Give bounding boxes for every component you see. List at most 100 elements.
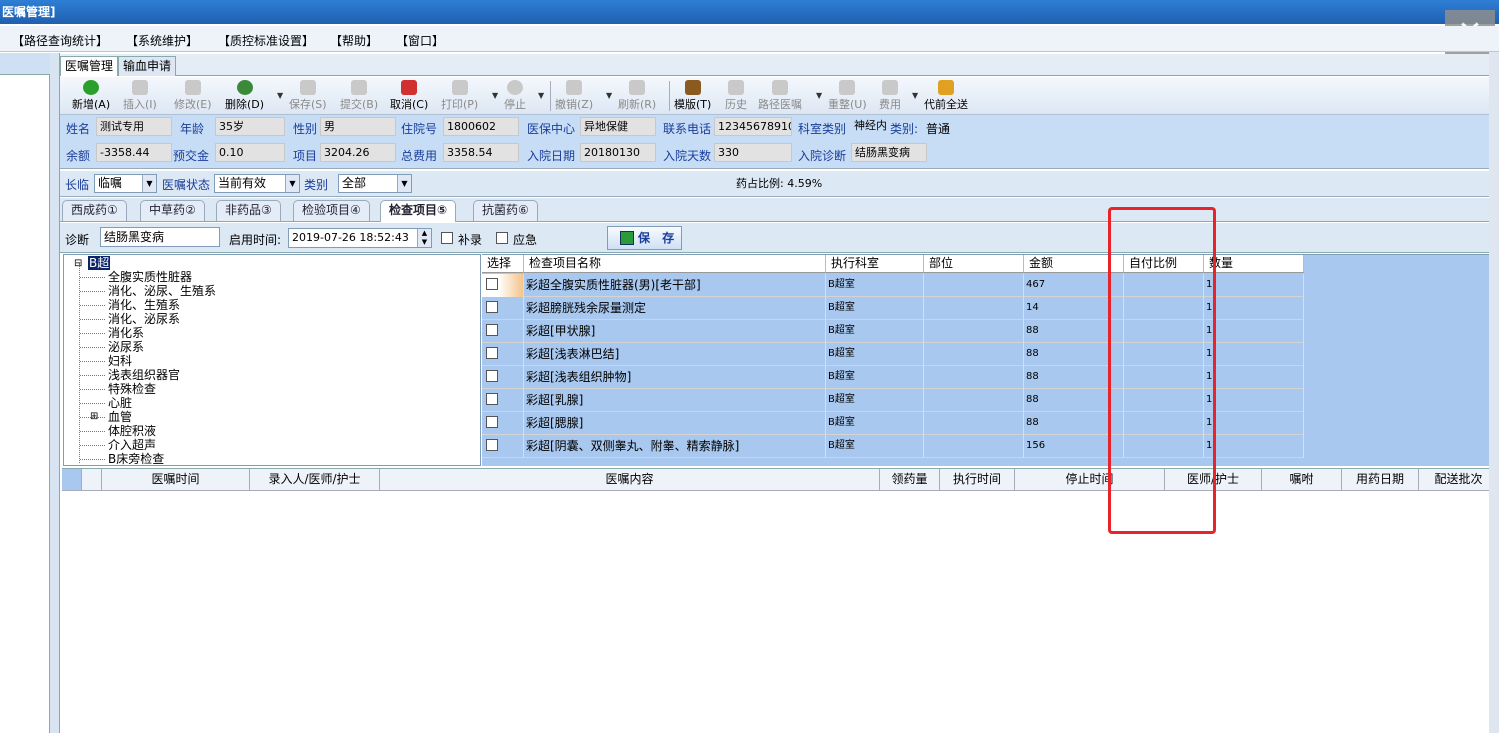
category-label: 类别: <box>890 122 919 136</box>
delete-button[interactable]: 删除(D) <box>225 79 264 112</box>
col-dispense-qty[interactable]: 领药量 <box>880 469 940 491</box>
tree-node[interactable]: 浅表组织器官 <box>108 368 180 382</box>
print-dropdown-icon[interactable]: ▼ <box>492 91 498 100</box>
tree-node[interactable]: 妇科 <box>108 354 132 368</box>
template-button[interactable]: 模版(T) <box>674 79 711 112</box>
col-exec-time[interactable]: 执行时间 <box>940 469 1015 491</box>
tree-node[interactable]: B床旁检查 <box>108 452 164 465</box>
tree-collapse-icon[interactable]: ⊟ <box>74 257 82 271</box>
tab-order-management[interactable]: 医嘱管理 <box>60 56 119 76</box>
diagnosis-input[interactable]: 结肠黑变病 <box>100 227 220 247</box>
send-all-button[interactable]: 代前全送 <box>924 79 968 112</box>
duration-select[interactable]: 临嘱 ▼ <box>94 174 157 193</box>
status-select[interactable]: 当前有效 ▼ <box>214 174 300 193</box>
add-button[interactable]: 新增(A) <box>72 79 110 112</box>
splitter[interactable] <box>50 53 60 733</box>
menu-pathway-stats[interactable]: 【路径查询统计】 <box>12 32 108 49</box>
tree-node[interactable]: 血管 <box>108 410 132 424</box>
total-fee: 3358.54 <box>443 143 519 162</box>
tree-node[interactable]: 体腔积液 <box>108 424 156 438</box>
col-medication-date[interactable]: 用药日期 <box>1342 469 1419 491</box>
insert-button[interactable]: 插入(I) <box>123 79 157 112</box>
row-checkbox[interactable] <box>486 278 498 290</box>
start-time-input[interactable]: 2019-07-26 18:52:43 ▲ ▼ <box>288 228 432 248</box>
cell-select <box>482 297 524 320</box>
cell-site <box>924 297 1024 320</box>
tree-node[interactable]: 消化、泌尿系 <box>108 312 180 326</box>
tree-node[interactable]: 介入超声 <box>108 438 156 452</box>
spinner-icon[interactable]: ▲ ▼ <box>417 229 431 247</box>
tree-node[interactable]: 消化系 <box>108 326 144 340</box>
reorganize-button[interactable]: 重整(U) <box>828 79 867 112</box>
print-button[interactable]: 打印(P) <box>441 79 478 112</box>
delete-dropdown-icon[interactable]: ▼ <box>277 91 283 100</box>
col-exec-dept[interactable]: 执行科室 <box>826 255 924 273</box>
pathway-order-button[interactable]: 路径医嘱 <box>758 79 802 112</box>
fee-button[interactable]: 费用 <box>879 79 901 112</box>
tab-transfusion-request[interactable]: 输血申请 <box>118 56 177 76</box>
row-checkbox[interactable] <box>486 324 498 336</box>
col-quantity[interactable]: 数量 <box>1204 255 1304 273</box>
menu-qc-standards[interactable]: 【质控标准设置】 <box>218 32 314 49</box>
tree-root[interactable]: B超 <box>88 256 111 270</box>
stop-button[interactable]: 停止 <box>504 79 526 112</box>
col-order-time[interactable]: 医嘱时间 <box>102 469 250 491</box>
row-checkbox[interactable] <box>486 370 498 382</box>
tab-exam-items[interactable]: 检查项目⑤ <box>380 200 457 222</box>
stop-dropdown-icon[interactable]: ▼ <box>538 91 544 100</box>
fee-dropdown-icon[interactable]: ▼ <box>912 91 918 100</box>
tree-node[interactable]: 泌尿系 <box>108 340 144 354</box>
col-site[interactable]: 部位 <box>924 255 1024 273</box>
cell-item-name: 彩超[腮腺] <box>524 412 826 435</box>
tab-lab-items[interactable]: 检验项目④ <box>293 200 370 221</box>
save-toolbar-button[interactable]: 保存(S) <box>289 79 327 112</box>
tab-herbal-drugs[interactable]: 中草药② <box>140 200 205 221</box>
tab-antibiotics[interactable]: 抗菌药⑥ <box>473 200 538 221</box>
col-entered-by[interactable]: 录入人/医师/护士 <box>250 469 380 491</box>
revoke-dropdown-icon[interactable]: ▼ <box>606 91 612 100</box>
edit-button[interactable]: 修改(E) <box>174 79 212 112</box>
tab-non-drugs[interactable]: 非药品③ <box>216 200 281 221</box>
pathway-dropdown-icon[interactable]: ▼ <box>816 91 822 100</box>
tree-node[interactable]: 消化、生殖系 <box>108 298 180 312</box>
insert-button-label: 插入(I) <box>123 98 157 111</box>
left-panel <box>0 53 50 733</box>
revoke-button[interactable]: 撤销(Z) <box>555 79 593 112</box>
tree-connector <box>80 389 105 390</box>
balance-label: 余额 <box>66 149 91 163</box>
submit-button[interactable]: 提交(B) <box>340 79 378 112</box>
tree-connector <box>80 305 105 306</box>
cell-site <box>924 274 1024 297</box>
print-button-label: 打印(P) <box>441 98 479 111</box>
menu-help[interactable]: 【帮助】 <box>330 32 378 49</box>
window-scrollbar[interactable] <box>1489 52 1499 733</box>
tree-node[interactable]: 全腹实质性脏器 <box>108 270 192 284</box>
emergency-checkbox[interactable] <box>496 232 508 244</box>
refresh-button[interactable]: 刷新(R) <box>618 79 656 112</box>
row-checkbox[interactable] <box>486 393 498 405</box>
row-checkbox[interactable] <box>486 347 498 359</box>
menu-window[interactable]: 【窗口】 <box>396 32 444 49</box>
tab-western-drugs[interactable]: 西成药① <box>62 200 127 221</box>
cancel-button[interactable]: 取消(C) <box>390 79 428 112</box>
col-select[interactable]: 选择 <box>482 255 524 273</box>
patient-info-panel: 姓名 测试专用 年龄 35岁 性别 男 住院号 1800602 医保中心 异地保… <box>60 115 1499 169</box>
tree-node[interactable]: 心脏 <box>108 396 132 410</box>
col-order-content[interactable]: 医嘱内容 <box>380 469 880 491</box>
col-instruction[interactable]: 嘱咐 <box>1262 469 1342 491</box>
menu-system-maintenance[interactable]: 【系统维护】 <box>126 32 198 49</box>
col-item-name[interactable]: 检查项目名称 <box>524 255 826 273</box>
tree-node[interactable]: 消化、泌尿、生殖系 <box>108 284 216 298</box>
history-button[interactable]: 历史 <box>725 79 747 112</box>
cell-select <box>482 274 524 297</box>
tree-node[interactable]: 特殊检查 <box>108 382 156 396</box>
type-select[interactable]: 全部 ▼ <box>338 174 412 193</box>
col-delivery-batch[interactable]: 配送批次 <box>1419 469 1499 491</box>
tree-expand-icon[interactable]: ⊞ <box>90 410 98 424</box>
supplement-checkbox[interactable] <box>441 232 453 244</box>
save-button[interactable]: 保 存 <box>607 226 682 250</box>
template-icon <box>684 80 701 95</box>
row-checkbox[interactable] <box>486 439 498 451</box>
row-checkbox[interactable] <box>486 416 498 428</box>
row-checkbox[interactable] <box>486 301 498 313</box>
